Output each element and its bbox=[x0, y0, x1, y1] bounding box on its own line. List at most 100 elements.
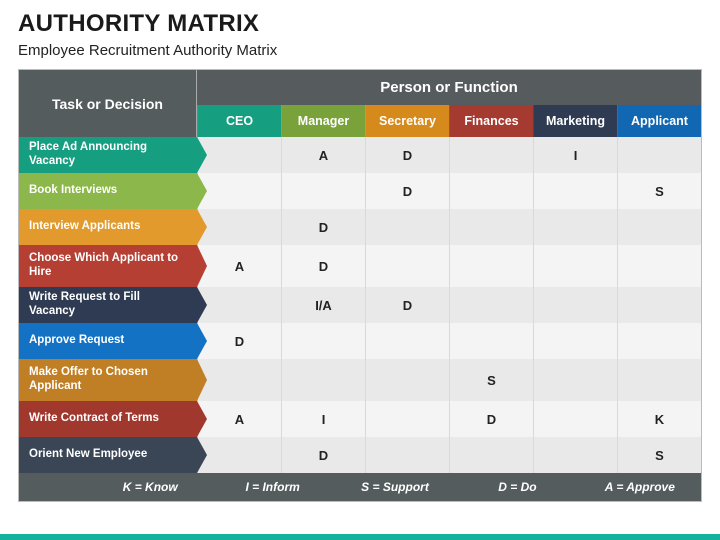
role-header: CEO bbox=[197, 105, 281, 137]
task-label: Orient New Employee bbox=[19, 437, 197, 473]
cell: K bbox=[617, 401, 701, 437]
cell: S bbox=[449, 359, 533, 401]
cell bbox=[365, 209, 449, 245]
accent-strip bbox=[0, 534, 720, 540]
task-cells: S bbox=[197, 359, 701, 401]
legend-item: A = Approve bbox=[579, 480, 701, 494]
page-title: AUTHORITY MATRIX bbox=[0, 0, 720, 38]
cell bbox=[533, 437, 617, 473]
matrix-container: Task or Decision Person or Function CEOM… bbox=[0, 69, 720, 528]
cell bbox=[449, 323, 533, 359]
table-row: Place Ad Announcing Vacancy AD I bbox=[19, 137, 701, 173]
header-group-block: Person or Function CEOManagerSecretaryFi… bbox=[197, 70, 701, 137]
cell: D bbox=[281, 209, 365, 245]
cell bbox=[449, 287, 533, 323]
cell: I/A bbox=[281, 287, 365, 323]
task-label: Interview Applicants bbox=[19, 209, 197, 245]
authority-matrix: Task or Decision Person or Function CEOM… bbox=[18, 69, 702, 502]
cell: D bbox=[197, 323, 281, 359]
cell bbox=[449, 173, 533, 209]
cell bbox=[197, 209, 281, 245]
cell: A bbox=[197, 401, 281, 437]
cell: S bbox=[617, 437, 701, 473]
slide: AUTHORITY MATRIX Employee Recruitment Au… bbox=[0, 0, 720, 540]
cell bbox=[365, 437, 449, 473]
role-header: Marketing bbox=[533, 105, 617, 137]
role-header: Finances bbox=[449, 105, 533, 137]
task-cells: I/AD bbox=[197, 287, 701, 323]
task-cells: DS bbox=[197, 173, 701, 209]
cell: D bbox=[449, 401, 533, 437]
table-row: Approve RequestD bbox=[19, 323, 701, 359]
task-label: Place Ad Announcing Vacancy bbox=[19, 137, 197, 173]
cell bbox=[197, 287, 281, 323]
table-row: Make Offer to Chosen ApplicantS bbox=[19, 359, 701, 401]
cell bbox=[617, 287, 701, 323]
task-label: Book Interviews bbox=[19, 173, 197, 209]
cell bbox=[617, 245, 701, 287]
task-cells: D bbox=[197, 209, 701, 245]
cell bbox=[533, 245, 617, 287]
cell bbox=[365, 245, 449, 287]
matrix-rows: Place Ad Announcing VacancyADIBook Inter… bbox=[19, 137, 701, 473]
header-group: Person or Function bbox=[197, 70, 701, 105]
legend-item: S = Support bbox=[334, 480, 456, 494]
task-cells: AI D K bbox=[197, 401, 701, 437]
cell bbox=[197, 173, 281, 209]
cell bbox=[533, 287, 617, 323]
cell bbox=[533, 323, 617, 359]
header-roles: CEOManagerSecretaryFinancesMarketingAppl… bbox=[197, 105, 701, 137]
cell bbox=[281, 323, 365, 359]
task-cells: AD I bbox=[197, 137, 701, 173]
task-label: Approve Request bbox=[19, 323, 197, 359]
table-row: Choose Which Applicant to HireAD bbox=[19, 245, 701, 287]
cell bbox=[197, 437, 281, 473]
legend-item: I = Inform bbox=[211, 480, 333, 494]
cell: I bbox=[533, 137, 617, 173]
legend-spacer bbox=[19, 480, 89, 494]
cell bbox=[365, 359, 449, 401]
task-label: Choose Which Applicant to Hire bbox=[19, 245, 197, 287]
cell bbox=[449, 437, 533, 473]
task-cells: AD bbox=[197, 245, 701, 287]
cell: A bbox=[281, 137, 365, 173]
cell bbox=[197, 359, 281, 401]
cell bbox=[449, 137, 533, 173]
cell bbox=[281, 359, 365, 401]
table-row: Write Request to Fill VacancyI/AD bbox=[19, 287, 701, 323]
cell bbox=[617, 137, 701, 173]
role-header: Secretary bbox=[365, 105, 449, 137]
header-task: Task or Decision bbox=[19, 70, 197, 137]
cell bbox=[449, 245, 533, 287]
task-label: Write Contract of Terms bbox=[19, 401, 197, 437]
cell bbox=[533, 359, 617, 401]
cell bbox=[449, 209, 533, 245]
cell bbox=[197, 137, 281, 173]
cell bbox=[533, 173, 617, 209]
cell bbox=[617, 209, 701, 245]
role-header: Applicant bbox=[617, 105, 701, 137]
cell bbox=[533, 401, 617, 437]
legend-item: D = Do bbox=[456, 480, 578, 494]
legend: K = Know I = Inform S = Support D = Do A… bbox=[19, 473, 701, 501]
task-cells: DS bbox=[197, 437, 701, 473]
cell: D bbox=[281, 245, 365, 287]
table-row: Write Contract of TermsAI D K bbox=[19, 401, 701, 437]
page-subtitle: Employee Recruitment Authority Matrix bbox=[0, 38, 720, 69]
table-row: Book InterviewsDS bbox=[19, 173, 701, 209]
cell: I bbox=[281, 401, 365, 437]
cell: D bbox=[365, 137, 449, 173]
cell bbox=[365, 401, 449, 437]
cell: D bbox=[365, 173, 449, 209]
header-row: Task or Decision Person or Function CEOM… bbox=[19, 70, 701, 137]
cell bbox=[617, 323, 701, 359]
legend-item: K = Know bbox=[89, 480, 211, 494]
cell bbox=[617, 359, 701, 401]
task-cells: D bbox=[197, 323, 701, 359]
cell bbox=[281, 173, 365, 209]
cell: D bbox=[281, 437, 365, 473]
cell: S bbox=[617, 173, 701, 209]
cell: A bbox=[197, 245, 281, 287]
cell bbox=[533, 209, 617, 245]
cell bbox=[365, 323, 449, 359]
